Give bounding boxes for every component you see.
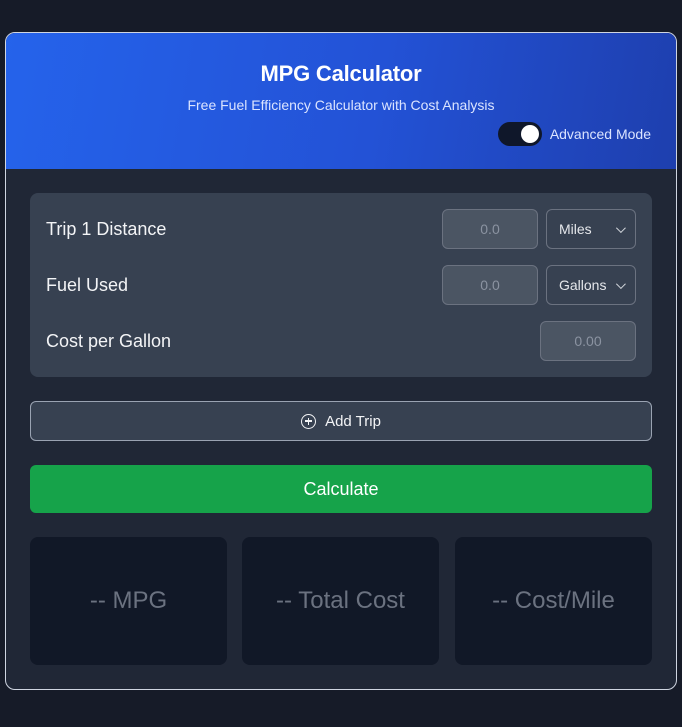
cost-per-mile-result: -- Cost/Mile [492, 587, 615, 614]
add-trip-label: Add Trip [325, 412, 381, 430]
mpg-result: -- MPG [89, 587, 168, 614]
cost-per-mile-result-card: -- Cost/Mile [455, 537, 652, 665]
plus-circle-icon [301, 413, 317, 429]
fuel-unit-value: Gallons [559, 277, 607, 293]
advanced-mode-label: Advanced Mode [549, 126, 651, 142]
chevron-down-icon [615, 222, 626, 233]
advanced-mode-control: Advanced Mode [497, 122, 651, 146]
page-title: MPG Calculator [260, 61, 422, 86]
trip-distance-input[interactable] [442, 209, 538, 249]
cost-per-gallon-row: Cost per Gallon [46, 321, 636, 361]
add-trip-button[interactable]: Add Trip [30, 401, 652, 441]
cost-per-gallon-input[interactable] [540, 321, 636, 361]
calculator-header: MPG Calculator Free Fuel Efficiency Calc… [6, 33, 676, 169]
calculate-label: Calculate [303, 478, 379, 499]
advanced-mode-toggle[interactable] [497, 122, 542, 146]
calculate-button[interactable]: Calculate [30, 465, 652, 513]
total-cost-result-card: -- Total Cost [242, 537, 439, 665]
trip-distance-row: Trip 1 Distance Miles [46, 209, 636, 249]
calculator-card: MPG Calculator Free Fuel Efficiency Calc… [5, 32, 677, 690]
fuel-used-input[interactable] [442, 265, 538, 305]
fuel-used-label: Fuel Used [46, 274, 129, 295]
toggle-knob [520, 125, 539, 143]
trip-distance-label: Trip 1 Distance [46, 218, 167, 239]
distance-unit-select[interactable]: Miles [546, 209, 636, 249]
distance-unit-value: Miles [559, 221, 592, 237]
total-cost-result: -- Total Cost [276, 587, 405, 614]
trip-input-panel: Trip 1 Distance Miles Fuel Used Gallons … [30, 193, 652, 377]
cost-per-gallon-label: Cost per Gallon [46, 330, 172, 351]
fuel-unit-select[interactable]: Gallons [546, 265, 636, 305]
page-subtitle: Free Fuel Efficiency Calculator with Cos… [187, 97, 495, 113]
chevron-down-icon [615, 278, 626, 289]
fuel-used-row: Fuel Used Gallons [46, 265, 636, 305]
mpg-result-card: -- MPG [30, 537, 227, 665]
